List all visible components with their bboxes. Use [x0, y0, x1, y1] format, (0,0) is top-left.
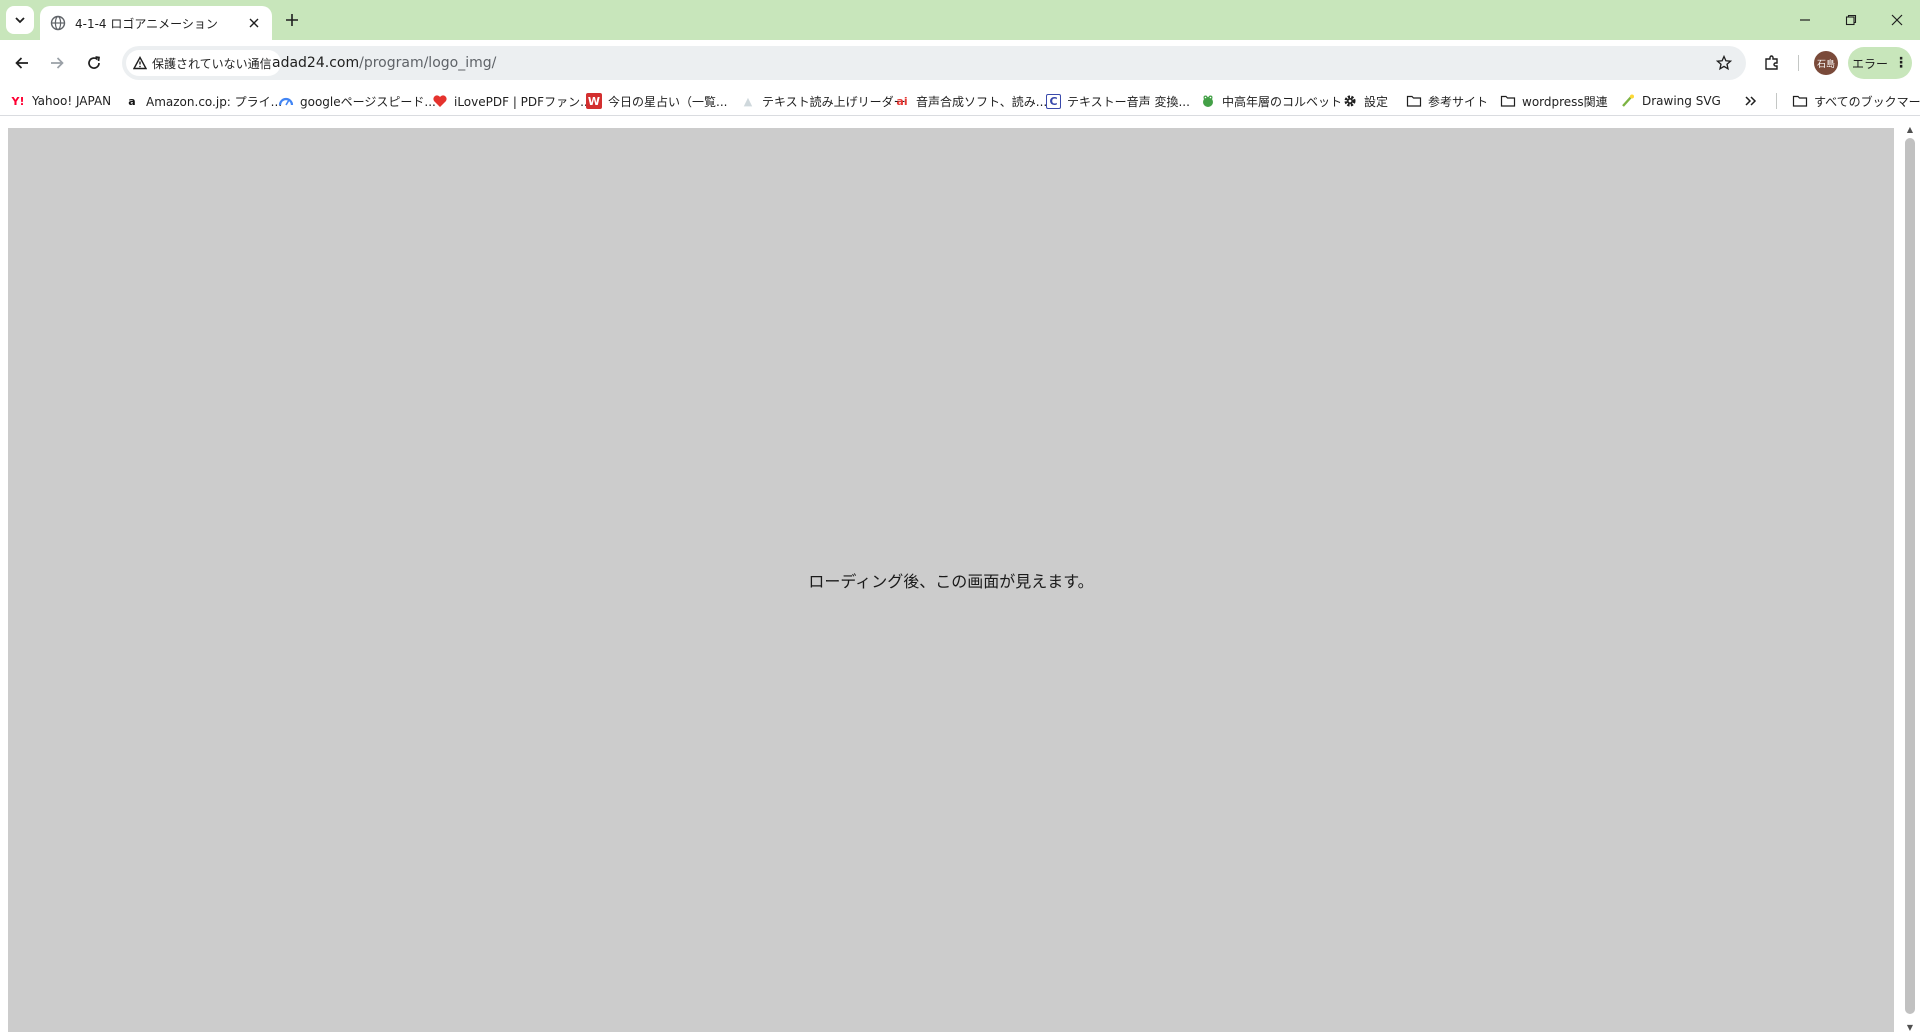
svg-icon [1622, 94, 1634, 107]
bookmark-label: 参考サイト [1428, 94, 1489, 109]
new-tab-button[interactable] [280, 8, 304, 32]
kebab-menu-icon: ⋮ [1894, 55, 1908, 71]
bookmark-label: wordpress関連 [1522, 94, 1608, 109]
puzzle-icon [1765, 55, 1778, 70]
bookmark-label: 中高年層のコルベット [1222, 94, 1343, 109]
all-bookmarks-label: すべてのブックマーク [1814, 94, 1920, 109]
bookmark-item[interactable]: 参考サイト [1406, 91, 1488, 111]
bookmark-item[interactable]: iLovePDF | PDFファン... [432, 91, 592, 111]
bookmark-label: 音声合成ソフト、読み... [916, 94, 1048, 109]
scroll-down-arrow[interactable]: ▼ [1905, 1022, 1915, 1032]
tab-close-button[interactable] [244, 13, 264, 33]
bookmark-item[interactable]: C テキストー音声 変換... [1046, 91, 1190, 111]
bookmark-item[interactable]: ▲ テキスト読み上げリーダー [740, 91, 906, 111]
reload-button[interactable] [78, 47, 110, 79]
folder-icon [1500, 95, 1516, 107]
url-host: adad24.com [272, 55, 360, 71]
loading-message: ローディング後、この画面が見えます。 [808, 572, 1094, 591]
url-text[interactable]: adad24.com/program/logo_img/ [272, 46, 496, 80]
extensions-button[interactable] [1758, 49, 1786, 77]
bookmark-label: 設定 [1364, 94, 1389, 109]
horoscope-icon: W [586, 93, 602, 109]
warning-icon [133, 56, 147, 70]
viewport-frame-left [0, 116, 8, 1032]
bookmark-label: googleページスピード... [300, 94, 436, 109]
c-icon: C [1046, 93, 1061, 109]
profile-error-chip[interactable]: エラー ⋮ [1848, 47, 1912, 79]
pagespeed-icon [278, 97, 294, 106]
toolbar-separator [1798, 55, 1799, 71]
tab-strip: 4-1-4 ロゴアニメーション [0, 0, 1920, 40]
all-bookmarks-button[interactable]: すべてのブックマーク [1792, 91, 1920, 111]
toolbar: 保護されていない通信 adad24.com/program/logo_img/ … [0, 40, 1920, 86]
minimize-button[interactable] [1782, 0, 1828, 40]
vertical-scrollbar[interactable]: ▲ ▼ [1900, 124, 1920, 1032]
bookmarks-bar: Y! Yahoo! JAPAN a Amazon.co.jp: プライ... g… [0, 86, 1920, 116]
bookmark-item[interactable]: ai 音声合成ソフト、読み... [894, 91, 1047, 111]
ilovepdf-icon [433, 95, 447, 107]
bookmark-star-button[interactable] [1712, 51, 1736, 75]
folder-icon [1406, 95, 1422, 107]
bookmark-item[interactable]: Drawing SVG [1620, 91, 1721, 111]
ai-voice-icon: ai [896, 94, 908, 108]
plus-icon [286, 14, 298, 26]
bookmark-label: iLovePDF | PDFファン... [454, 94, 592, 109]
restore-icon [1845, 14, 1857, 26]
address-bar[interactable]: 保護されていない通信 adad24.com/program/logo_img/ [122, 46, 1746, 80]
tab-title: 4-1-4 ロゴアニメーション [75, 16, 218, 31]
amazon-icon: a [128, 94, 136, 108]
page-content: ローディング後、この画面が見えます。 [8, 128, 1894, 1032]
bookmark-item[interactable]: Y! Yahoo! JAPAN [10, 91, 112, 111]
tts-icon: ▲ [743, 94, 753, 108]
tab-search-button[interactable] [6, 6, 34, 34]
bookmark-label: Yahoo! JAPAN [32, 94, 112, 108]
frog-icon [1203, 95, 1213, 107]
tab-active[interactable]: 4-1-4 ロゴアニメーション [40, 6, 272, 40]
close-icon [249, 18, 259, 28]
scroll-up-arrow[interactable]: ▲ [1905, 124, 1915, 134]
chevron-down-icon [15, 17, 25, 24]
bookmark-label: テキスト読み上げリーダー [762, 94, 906, 109]
bookmarks-separator [1776, 93, 1777, 109]
bookmark-item[interactable]: googleページスピード... [278, 91, 436, 111]
star-icon [1716, 55, 1732, 71]
bookmark-item[interactable]: W 今日の星占い（一覧... [586, 91, 727, 111]
gear-icon [1344, 95, 1356, 107]
forward-button[interactable] [41, 47, 73, 79]
scroll-thumb[interactable] [1905, 138, 1915, 1014]
bookmark-item[interactable]: wordpress関連 [1500, 91, 1608, 111]
bookmarks-overflow-button[interactable] [1744, 91, 1758, 111]
restore-button[interactable] [1828, 0, 1874, 40]
minimize-icon [1800, 19, 1810, 21]
arrow-left-icon [15, 57, 28, 69]
security-label: 保護されていない通信 [152, 56, 272, 71]
error-chip-label: エラー [1851, 56, 1888, 71]
globe-icon [50, 15, 66, 31]
bookmark-label: テキストー音声 変換... [1067, 94, 1190, 109]
close-icon [1891, 14, 1903, 26]
bookmark-item[interactable]: a Amazon.co.jp: プライ... [124, 91, 282, 111]
bookmark-label: Drawing SVG [1642, 94, 1721, 108]
close-window-button[interactable] [1874, 0, 1920, 40]
bookmark-label: 今日の星占い（一覧... [608, 94, 728, 109]
bookmark-item[interactable]: 中高年層のコルベット [1200, 91, 1342, 111]
folder-icon [1792, 95, 1808, 107]
chevron-double-right-icon [1745, 96, 1757, 106]
bookmark-item[interactable]: 設定 [1342, 91, 1388, 111]
arrow-right-icon [51, 57, 64, 69]
bookmark-label: Amazon.co.jp: プライ... [146, 94, 283, 109]
yahoo-icon: Y! [11, 94, 25, 108]
avatar[interactable]: 石島 [1814, 51, 1838, 75]
security-chip[interactable]: 保護されていない通信 [126, 50, 281, 76]
reload-icon [88, 56, 100, 69]
url-path: /program/logo_img/ [359, 55, 497, 71]
back-button[interactable] [6, 47, 38, 79]
viewport-frame-top [0, 116, 1920, 128]
